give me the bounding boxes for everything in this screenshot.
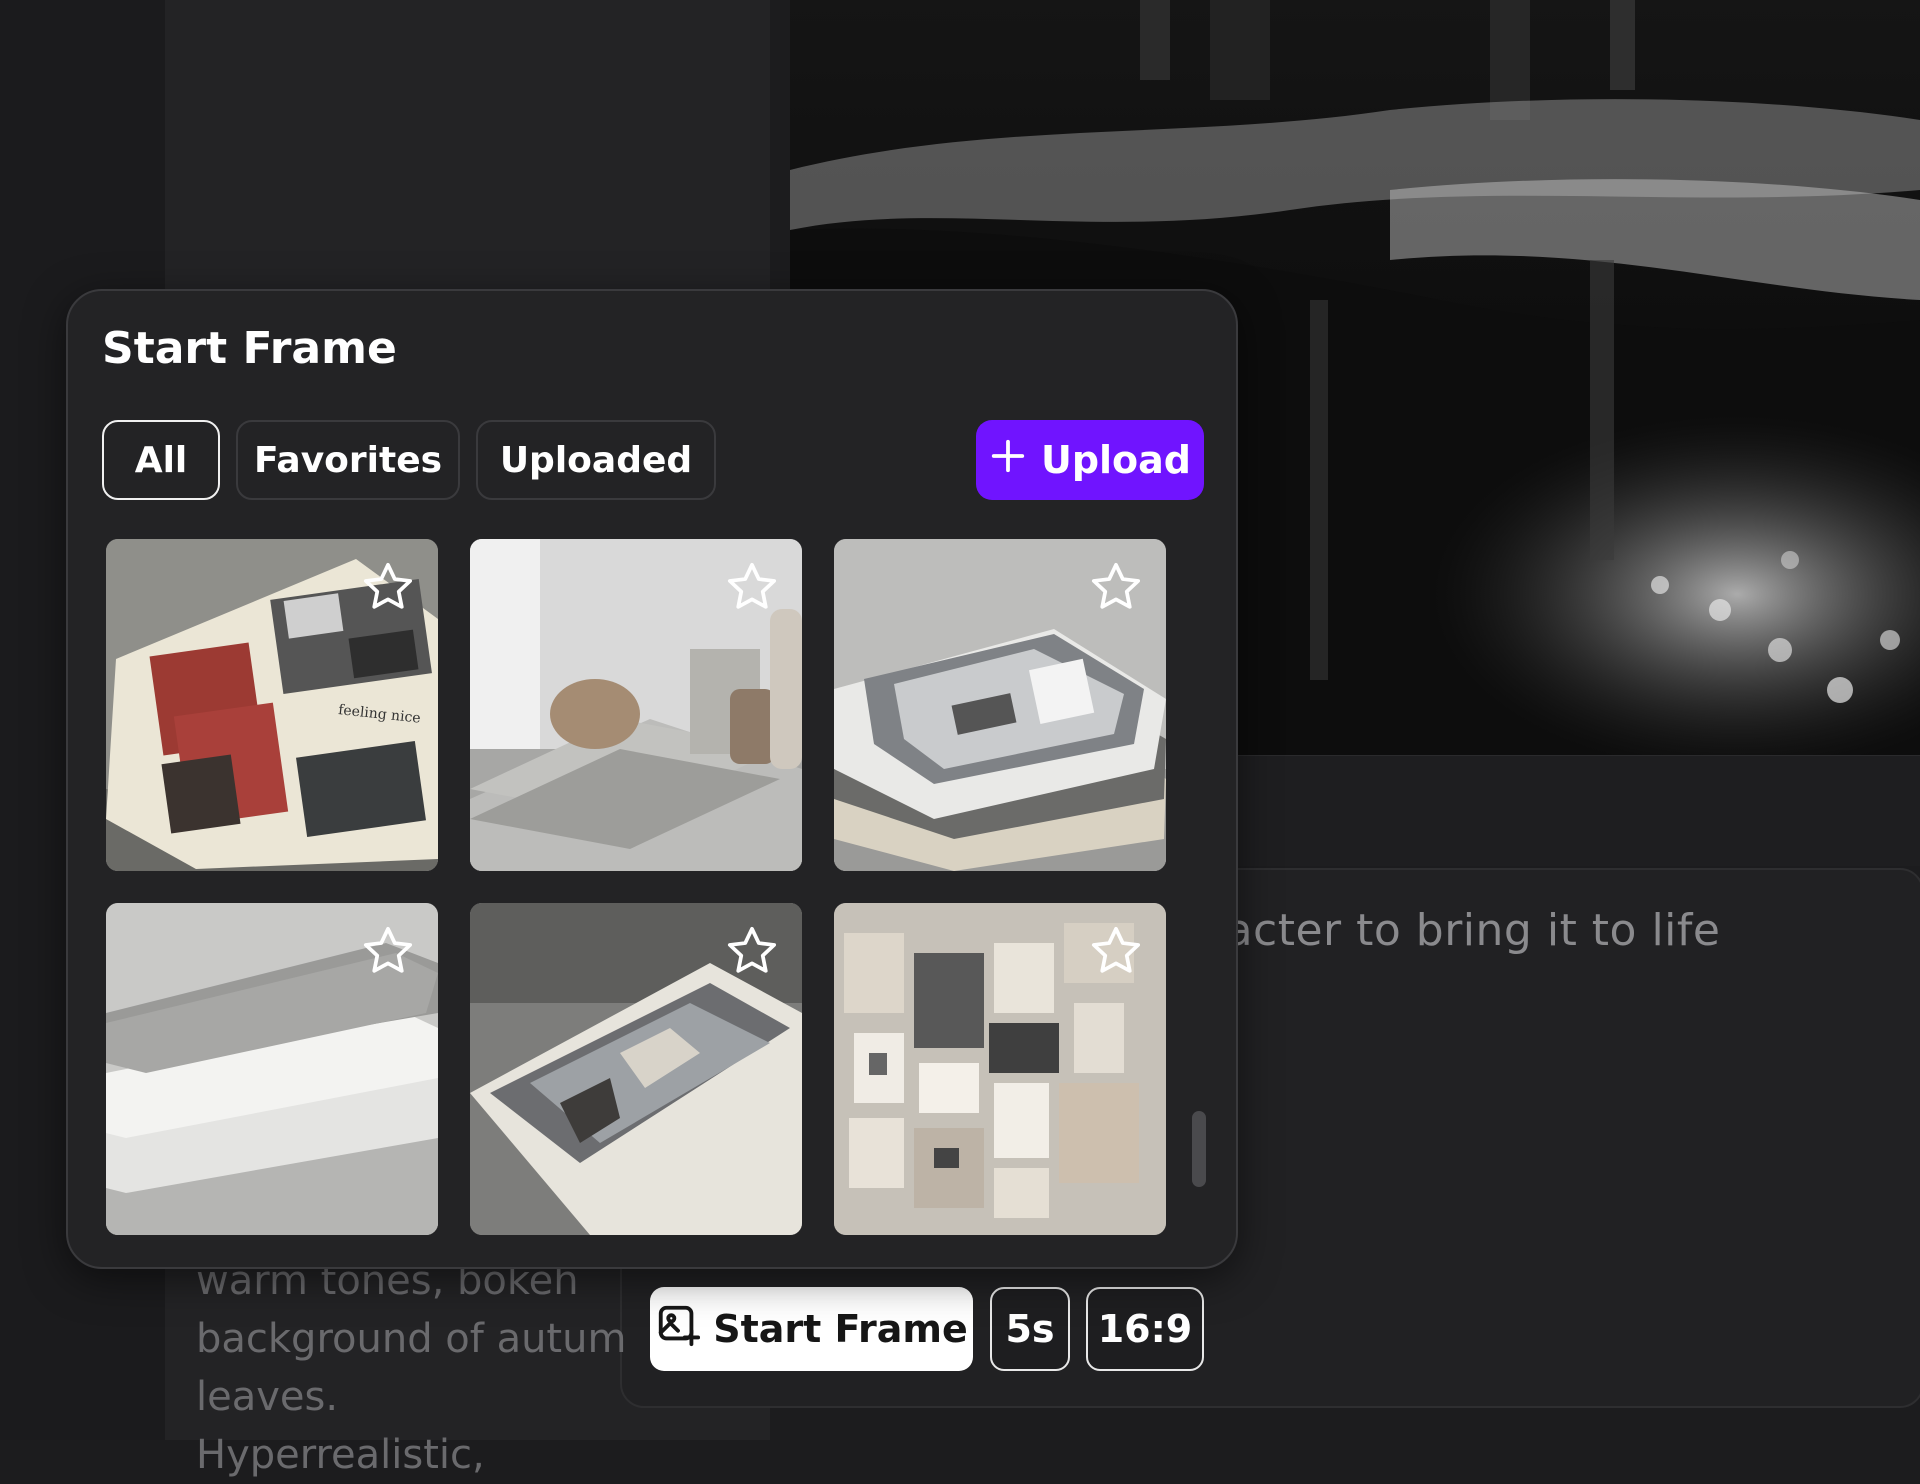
start-frame-popup: Start Frame All Favorites Uploaded Uploa…	[66, 289, 1238, 1269]
tab-all[interactable]: All	[102, 420, 220, 500]
thumbnail[interactable]	[470, 903, 802, 1235]
prompt-text: warm tones, bokeh background of autum le…	[196, 1258, 627, 1478]
tab-uploaded[interactable]: Uploaded	[476, 420, 716, 500]
star-icon[interactable]	[724, 923, 780, 979]
star-icon[interactable]	[1088, 559, 1144, 615]
thumbnail[interactable]	[834, 903, 1166, 1235]
star-icon[interactable]	[724, 559, 780, 615]
thumbnail[interactable]	[834, 539, 1166, 871]
start-frame-label: Start Frame	[713, 1307, 968, 1351]
star-icon[interactable]	[360, 923, 416, 979]
upload-label: Upload	[1040, 438, 1192, 482]
thumbnail[interactable]	[470, 539, 802, 871]
upload-button[interactable]: Upload	[976, 420, 1204, 500]
thumbnail[interactable]	[106, 903, 438, 1235]
tab-favorites[interactable]: Favorites	[236, 420, 460, 500]
star-icon[interactable]	[360, 559, 416, 615]
star-icon[interactable]	[1088, 923, 1144, 979]
plus-icon	[989, 437, 1027, 484]
image-add-icon	[655, 1302, 701, 1357]
start-frame-button[interactable]: Start Frame	[650, 1287, 973, 1371]
aspect-ratio-button[interactable]: 16:9	[1086, 1287, 1204, 1371]
thumbnail[interactable]: feeling nice	[106, 539, 438, 871]
popup-scrollbar[interactable]	[1192, 1111, 1206, 1187]
duration-button[interactable]: 5s	[990, 1287, 1070, 1371]
popup-title: Start Frame	[102, 323, 397, 374]
